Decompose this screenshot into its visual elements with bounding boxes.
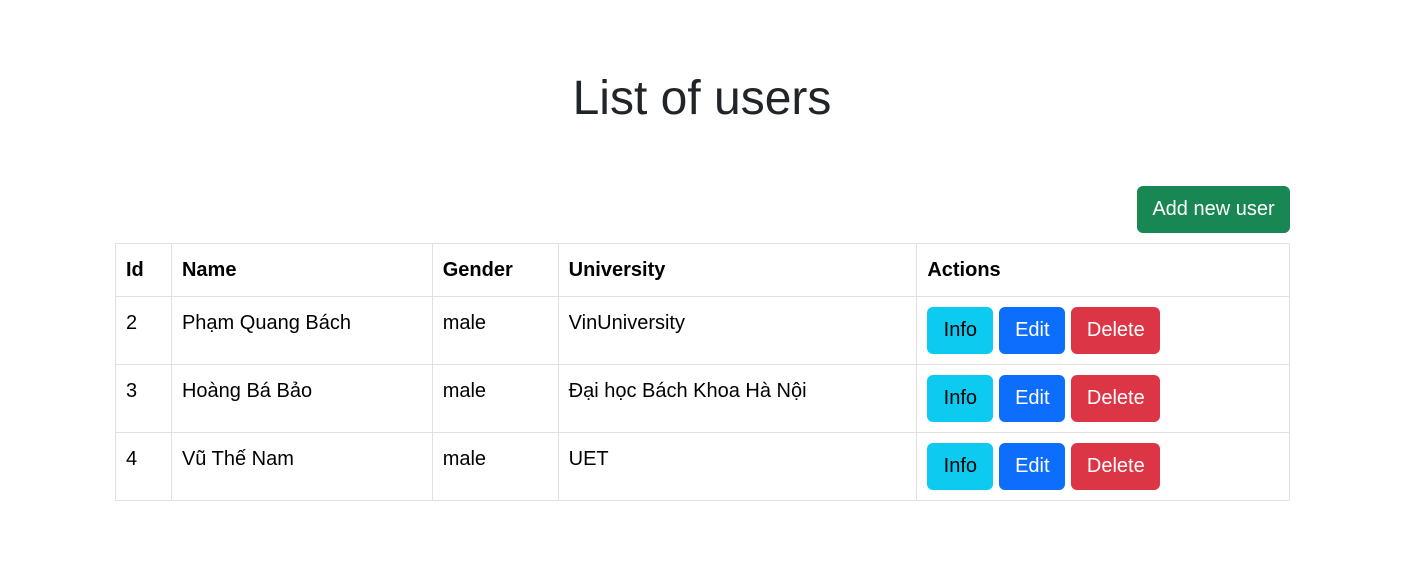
cell-id: 4 bbox=[115, 432, 172, 501]
header-id: Id bbox=[115, 243, 172, 297]
users-page: List of users Add new user Id Name Gende… bbox=[0, 0, 1414, 580]
header-name: Name bbox=[170, 243, 433, 297]
cell-name: Hoàng Bá Bảo bbox=[170, 364, 433, 433]
add-user-button[interactable]: Add new user bbox=[1137, 186, 1290, 233]
info-button[interactable]: Info bbox=[927, 307, 994, 354]
cell-gender: male bbox=[431, 432, 559, 501]
cell-id: 3 bbox=[115, 364, 172, 433]
cell-university: Đại học Bách Khoa Hà Nội bbox=[557, 364, 918, 433]
cell-name: Vũ Thế Nam bbox=[170, 432, 433, 501]
cell-university: UET bbox=[557, 432, 918, 501]
header-university: University bbox=[557, 243, 918, 297]
cell-name: Phạm Quang Bách bbox=[170, 296, 433, 365]
edit-button[interactable]: Edit bbox=[999, 375, 1066, 422]
edit-button[interactable]: Edit bbox=[999, 307, 1066, 354]
delete-button[interactable]: Delete bbox=[1071, 443, 1161, 490]
delete-button[interactable]: Delete bbox=[1071, 375, 1161, 422]
page-title: List of users bbox=[572, 72, 832, 125]
cell-actions: Info Edit Delete bbox=[916, 432, 1290, 501]
info-button[interactable]: Info bbox=[927, 443, 994, 490]
header-gender: Gender bbox=[431, 243, 559, 297]
table-row: 2 Phạm Quang Bách male VinUniversity Inf… bbox=[115, 296, 1290, 365]
cell-gender: male bbox=[431, 296, 559, 365]
delete-button[interactable]: Delete bbox=[1071, 307, 1161, 354]
cell-actions: Info Edit Delete bbox=[916, 296, 1290, 365]
cell-actions: Info Edit Delete bbox=[916, 364, 1290, 433]
info-button[interactable]: Info bbox=[927, 375, 994, 422]
header-actions: Actions bbox=[916, 243, 1290, 297]
edit-button[interactable]: Edit bbox=[999, 443, 1066, 490]
table-header-row: Id Name Gender University Actions bbox=[115, 243, 1290, 297]
table-row: 3 Hoàng Bá Bảo male Đại học Bách Khoa Hà… bbox=[115, 364, 1290, 433]
users-table: Id Name Gender University Actions 2 Phạm… bbox=[115, 243, 1290, 501]
cell-gender: male bbox=[431, 364, 559, 433]
cell-id: 2 bbox=[115, 296, 172, 365]
cell-university: VinUniversity bbox=[557, 296, 918, 365]
table-row: 4 Vũ Thế Nam male UET Info Edit Delete bbox=[115, 432, 1290, 501]
